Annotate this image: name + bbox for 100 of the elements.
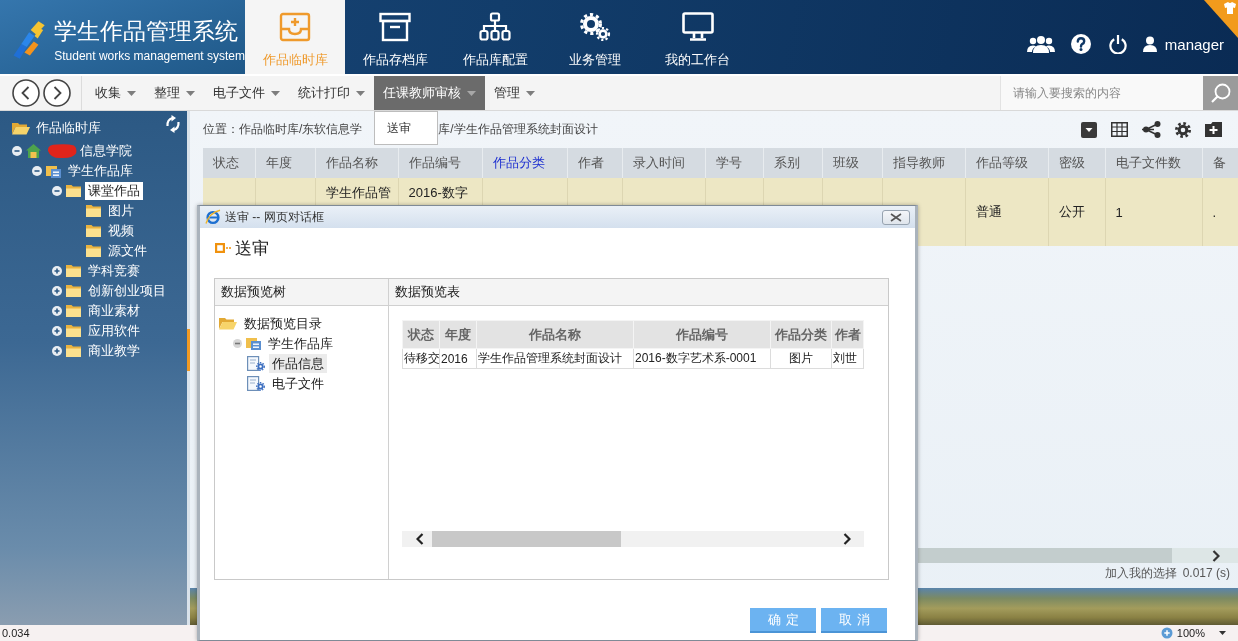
column-header[interactable]: 年度: [255, 148, 315, 178]
column-header[interactable]: 状态: [402, 320, 440, 349]
plus-square-icon[interactable]: [1205, 122, 1222, 137]
search-icon[interactable]: [1210, 83, 1231, 103]
column-header[interactable]: 指导教师: [882, 148, 965, 178]
tree-item[interactable]: 商业教学: [85, 342, 143, 360]
tree-item[interactable]: 电子文件: [269, 373, 327, 393]
search-field[interactable]: 请输入要搜索的内容: [1000, 76, 1203, 110]
grid-icon[interactable]: [1111, 122, 1128, 137]
menu-option[interactable]: 送审: [375, 119, 423, 137]
caret-square-icon[interactable]: [1081, 121, 1097, 138]
tree-item[interactable]: 源文件: [105, 242, 150, 260]
collapse-icon[interactable]: [52, 186, 62, 196]
circle-chevron-left-icon[interactable]: [12, 79, 40, 107]
menu-item[interactable]: 任课教师审核: [374, 76, 485, 110]
scrollbar-thumb[interactable]: [432, 531, 621, 547]
chevron-right-icon[interactable]: [1212, 549, 1220, 562]
column-header[interactable]: 班级: [822, 148, 882, 178]
tree-item[interactable]: 信息学院: [77, 142, 135, 160]
sync-icon[interactable]: [164, 115, 182, 133]
nav-tab[interactable]: 业务管理: [545, 0, 645, 74]
caret-icon: [271, 90, 280, 96]
column-header[interactable]: 电子文件数: [1105, 148, 1202, 178]
shirt-icon[interactable]: [1204, 0, 1238, 38]
users-icon[interactable]: [1026, 35, 1055, 53]
column-header[interactable]: 作者: [831, 320, 864, 349]
column-header[interactable]: 作品编号: [633, 320, 771, 349]
table-cell: 2016-数字艺术系-0001: [633, 348, 771, 369]
status-text: 0.034: [2, 627, 30, 639]
folder-icon: [66, 265, 81, 277]
chevron-left-icon[interactable]: [416, 533, 424, 545]
column-header[interactable]: 作品编号: [398, 148, 482, 178]
inbox-plus-icon: [279, 11, 311, 42]
menu-item[interactable]: 整理: [145, 76, 204, 110]
nav-tab[interactable]: 作品存档库: [345, 0, 445, 74]
circle-chevron-right-icon[interactable]: [43, 79, 71, 107]
scrollbar-thumb[interactable]: [918, 548, 1172, 563]
zoom-level[interactable]: 100%: [1176, 627, 1205, 639]
horizontal-scrollbar[interactable]: [918, 548, 1238, 563]
dialog-heading: 送审: [235, 237, 269, 260]
breadcrumb-text: 位置：作品临时库/东软信息学: [203, 121, 363, 138]
search-button[interactable]: [1203, 76, 1238, 110]
close-icon[interactable]: [890, 212, 902, 222]
share-icon[interactable]: [1142, 121, 1161, 138]
tree-item[interactable]: 应用软件: [85, 322, 143, 340]
column-header[interactable]: 作者: [567, 148, 622, 178]
nav-tab[interactable]: 我的工作台: [645, 0, 750, 74]
column-header[interactable]: 状态: [203, 148, 255, 178]
column-header[interactable]: 学号: [705, 148, 763, 178]
help-icon[interactable]: [1070, 34, 1091, 54]
zoom-icon[interactable]: [1160, 627, 1173, 639]
column-header[interactable]: 作品名称: [476, 320, 634, 349]
column-header[interactable]: 作品分类: [482, 148, 567, 178]
tree-item[interactable]: 数据预览目录: [241, 313, 325, 333]
nav-tab[interactable]: 作品库配置: [445, 0, 545, 74]
tree-item[interactable]: 课堂作品: [85, 182, 143, 200]
caret-icon: [186, 90, 195, 96]
expand-icon[interactable]: [52, 346, 62, 356]
tree-item[interactable]: 学生作品库: [265, 333, 336, 353]
column-header[interactable]: 作品分类: [770, 320, 832, 349]
expand-icon[interactable]: [52, 326, 62, 336]
collapse-icon[interactable]: [12, 146, 22, 156]
tree-item[interactable]: 学生作品库: [65, 162, 136, 180]
column-header[interactable]: 年度: [439, 320, 477, 349]
expand-icon[interactable]: [52, 286, 62, 296]
caret-icon[interactable]: [1219, 631, 1226, 635]
splitter-handle[interactable]: [187, 329, 190, 371]
tree-item[interactable]: 学科竞赛: [85, 262, 143, 280]
chevron-right-icon[interactable]: [843, 533, 851, 545]
tree-item[interactable]: 图片: [105, 202, 137, 220]
menu-item[interactable]: 管理: [485, 76, 544, 110]
power-icon[interactable]: [1108, 34, 1127, 54]
tree-item[interactable]: 创新创业项目: [85, 282, 169, 300]
table-cell: 图片: [770, 348, 832, 369]
expand-icon[interactable]: [52, 306, 62, 316]
column-header[interactable]: 作品等级: [965, 148, 1048, 178]
expand-icon[interactable]: [52, 266, 62, 276]
tree-item[interactable]: 商业素材: [85, 302, 143, 320]
add-to-selection-link[interactable]: 加入我的选择: [1104, 564, 1177, 582]
user-name[interactable]: manager: [1164, 35, 1224, 53]
collapse-icon[interactable]: [32, 166, 42, 176]
caret-icon: [467, 90, 476, 96]
menu-item[interactable]: 电子文件: [204, 76, 289, 110]
collapse-icon[interactable]: [233, 338, 242, 348]
gear-icon[interactable]: [1175, 121, 1191, 138]
tree-item[interactable]: 视频: [105, 222, 137, 240]
sidebar-title: 作品临时库: [36, 119, 101, 137]
horizontal-scrollbar[interactable]: [402, 531, 864, 547]
folder-icon: [66, 285, 81, 297]
menu-item[interactable]: 统计打印: [289, 76, 374, 110]
close-button[interactable]: [882, 209, 910, 225]
column-header[interactable]: 备: [1202, 148, 1238, 178]
column-header[interactable]: 作品名称: [315, 148, 398, 178]
folder-icon: [86, 245, 101, 257]
column-header[interactable]: 密级: [1048, 148, 1105, 178]
user-icon[interactable]: [1142, 36, 1157, 52]
column-header[interactable]: 录入时间: [622, 148, 705, 178]
menu-item[interactable]: 收集: [86, 76, 145, 110]
column-header[interactable]: 系别: [763, 148, 822, 178]
tree-item[interactable]: 作品信息: [269, 353, 327, 373]
